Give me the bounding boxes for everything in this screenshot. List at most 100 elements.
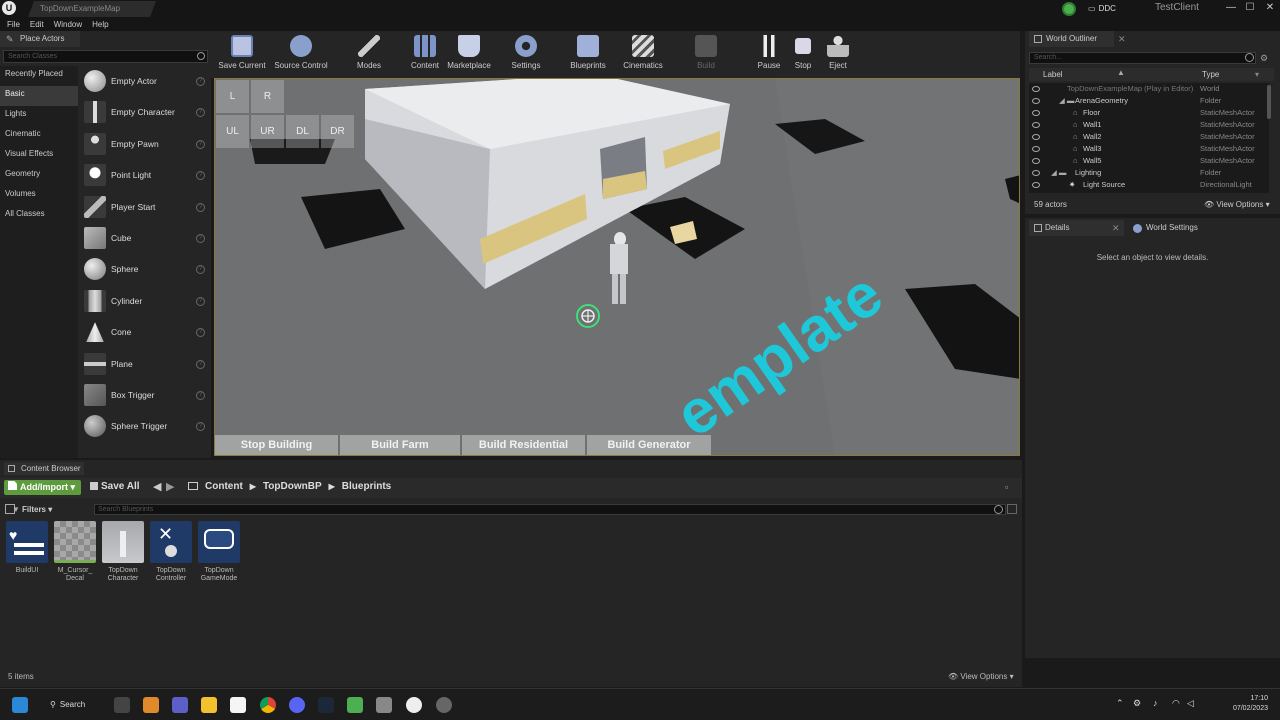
help-icon[interactable]: ? [196,328,205,338]
minimize-button[interactable]: — [1224,0,1238,16]
actor-item-empty-actor[interactable]: Empty Actor? [80,66,211,97]
category-volumes[interactable]: Volumes [0,186,78,206]
menu-edit[interactable]: Edit [30,20,44,29]
view-button-dr[interactable]: DR [321,115,354,148]
sort-up-icon[interactable]: ▲ [1117,68,1125,77]
eye-icon[interactable] [1032,134,1040,140]
help-icon[interactable]: ? [196,296,205,306]
teams-icon[interactable] [172,697,188,713]
tree-row-world[interactable]: TopDownExampleMap (Play in Editor) World [1029,83,1269,95]
back-arrow-icon[interactable]: ◀ [153,480,161,493]
save-all-button[interactable]: Save All [89,481,140,492]
tray-app-icon[interactable]: ⚙ [1133,698,1141,709]
menu-help[interactable]: Help [92,20,108,29]
help-icon[interactable]: ? [196,390,205,400]
tray-chevron-up-icon[interactable]: ⌃ [1116,698,1124,709]
close-button[interactable]: ✕ [1263,0,1277,16]
chrome-icon[interactable] [260,697,276,713]
tree-row-actor[interactable]: ⌂ Wall2 StaticMeshActor [1029,131,1269,143]
help-icon[interactable]: ? [196,359,205,369]
pause-button[interactable]: Pause [756,35,782,70]
search-icon[interactable] [994,505,1003,514]
actor-item-sphere[interactable]: Sphere? [80,254,211,285]
eye-icon[interactable] [1032,86,1040,92]
category-all-classes[interactable]: All Classes [0,206,78,226]
category-lights[interactable]: Lights [0,106,78,126]
blueprints-button[interactable]: Blueprints [567,35,609,70]
microphone-icon[interactable]: ♪ [1153,698,1158,708]
view-button-ur[interactable]: UR [251,115,284,148]
close-tab-icon[interactable]: ✕ [1118,34,1126,45]
actor-item-box-trigger[interactable]: Box Trigger? [80,380,211,411]
chevron-down-icon[interactable]: ▾ [1255,70,1259,79]
eye-icon[interactable] [1032,122,1040,128]
view-button-ul[interactable]: UL [216,115,249,148]
view-options-button[interactable]: 👁︎ View Options ▾ [1204,200,1270,209]
marketplace-button[interactable]: Marketplace [446,35,492,70]
ddc-indicator[interactable]: ▭ DDC [1062,1,1116,16]
eye-icon[interactable] [1032,110,1040,116]
breadcrumb-content[interactable]: Content [205,481,243,492]
help-icon[interactable]: ? [196,171,205,181]
menu-file[interactable]: File [7,20,20,29]
breadcrumb-blueprints[interactable]: Blueprints [342,481,391,492]
tree-row-folder[interactable]: ◢ ▬ ArenaGeometry Folder [1029,95,1269,107]
settings-gear-icon[interactable]: ⚙ [1260,53,1270,63]
taskbar-search[interactable]: ⚲ Search [46,697,85,713]
help-icon[interactable]: ? [196,265,205,275]
search-icon[interactable] [197,52,205,60]
stop-building-button[interactable]: Stop Building [215,435,338,455]
eye-icon[interactable] [1032,146,1040,152]
forward-arrow-icon[interactable]: ▶ [166,480,174,493]
help-icon[interactable]: ? [196,233,205,243]
app-icon[interactable] [143,697,159,713]
actor-item-empty-character[interactable]: Empty Character? [80,97,211,128]
eye-icon[interactable] [1032,158,1040,164]
breadcrumb-topdownbp[interactable]: TopDownBP [263,481,322,492]
settings-button[interactable]: Settings [509,35,543,70]
windows-start-icon[interactable] [12,697,28,713]
column-type[interactable]: Type [1202,70,1219,79]
content-view-options-button[interactable]: 👁︎ View Options ▾ [948,672,1014,681]
volume-icon[interactable]: ◁ [1187,698,1194,709]
search-classes-input[interactable]: Search Classes [3,50,208,63]
close-tab-icon[interactable]: ✕ [1112,223,1120,234]
tree-row-actor[interactable]: ⌂ Wall5 StaticMeshActor [1029,155,1269,167]
asset-tile[interactable]: TopDown GameMode [197,521,241,583]
content-button[interactable]: Content [408,35,442,70]
category-cinematic[interactable]: Cinematic [0,126,78,146]
source-control-button[interactable]: Source Control [272,35,330,70]
asset-tile[interactable]: M_Cursor_ Decal [53,521,97,583]
modes-button[interactable]: Modes [352,35,386,70]
category-basic[interactable]: Basic [0,86,78,106]
view-button-dl[interactable]: DL [286,115,319,148]
category-visual-effects[interactable]: Visual Effects [0,146,78,166]
cinematics-button[interactable]: Cinematics [620,35,666,70]
tree-row-actor[interactable]: ⌂ Wall1 StaticMeshActor [1029,119,1269,131]
help-icon[interactable]: ? [196,422,205,432]
category-geometry[interactable]: Geometry [0,166,78,186]
build-residential-button[interactable]: Build Residential [462,435,585,455]
save-current-button[interactable]: Save Current [217,35,267,70]
actor-item-player-start[interactable]: Player Start? [80,192,211,223]
outliner-search-input[interactable]: Search... [1029,52,1256,64]
category-recently-placed[interactable]: Recently Placed [0,66,78,86]
eye-icon[interactable] [1032,98,1040,104]
task-view-icon[interactable] [114,697,130,713]
history-icon[interactable] [1007,504,1017,514]
eye-icon[interactable] [1032,182,1040,188]
asset-tile[interactable]: TopDown Character [101,521,145,583]
file-explorer-icon[interactable] [201,697,217,713]
wifi-icon[interactable]: ◠ [1172,698,1180,709]
details-tab[interactable]: Details [1029,220,1124,236]
app-icon[interactable] [347,697,363,713]
document-tab[interactable]: TopDownExampleMap [28,1,156,17]
source-control-status-icon[interactable] [1062,1,1076,16]
content-browser-tab[interactable]: Content Browser [4,462,84,475]
help-icon[interactable]: ? [196,77,205,86]
app-icon[interactable] [376,697,392,713]
outliner-scrollbar[interactable] [1267,85,1271,119]
actor-item-sphere-trigger[interactable]: Sphere Trigger? [80,411,211,442]
menu-window[interactable]: Window [54,20,82,29]
help-icon[interactable]: ? [196,139,205,149]
